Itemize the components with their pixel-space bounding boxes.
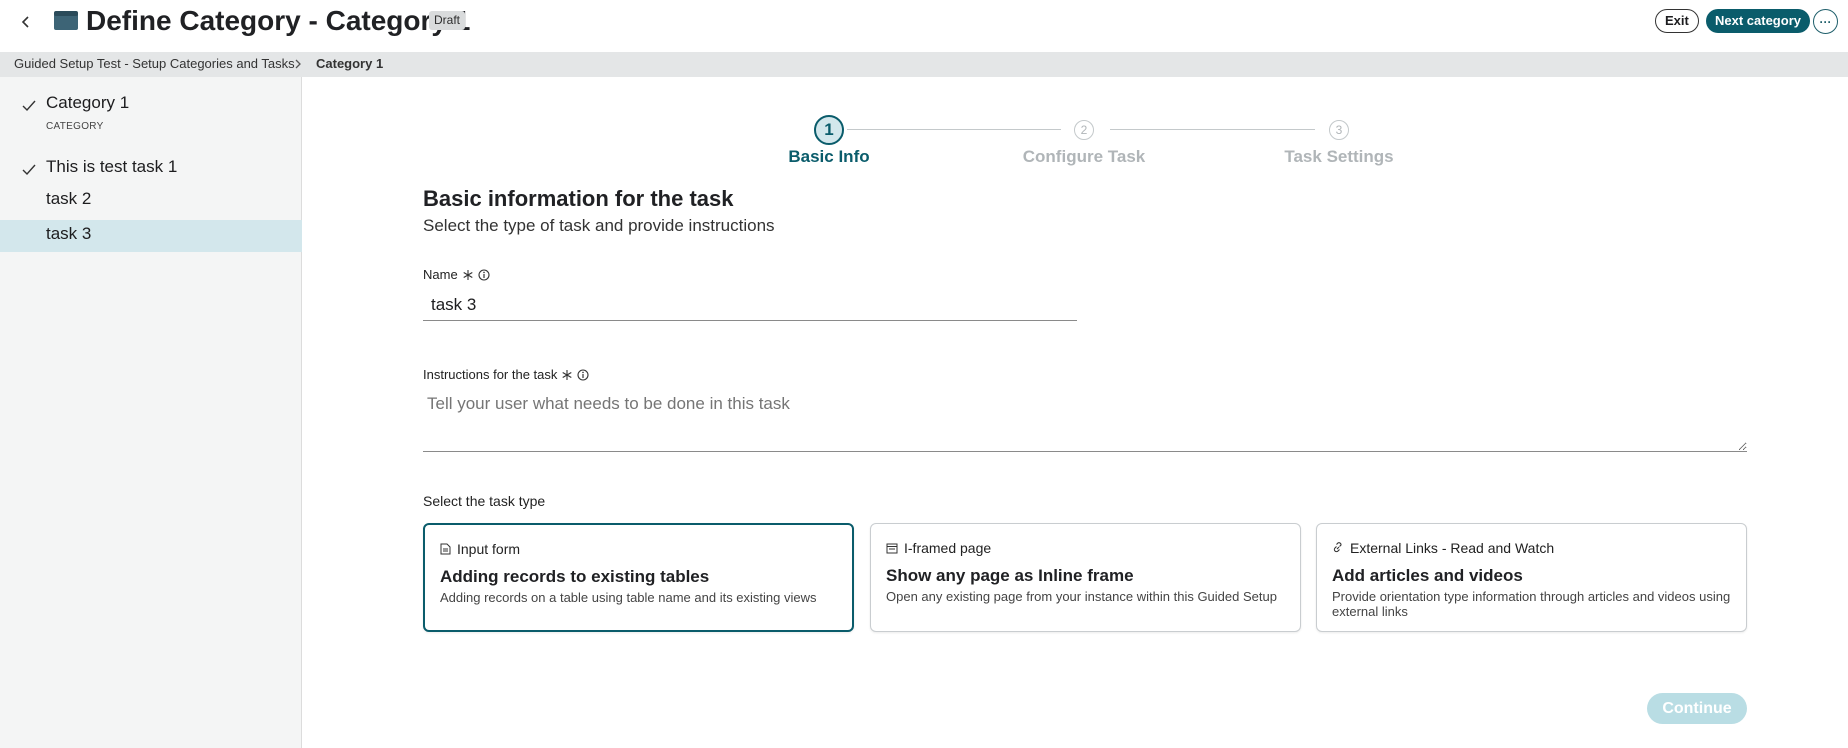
next-category-button[interactable]: Next category <box>1706 9 1810 33</box>
task-type-card-input-form[interactable]: Input form Adding records to existing ta… <box>423 523 854 632</box>
info-icon[interactable] <box>478 268 490 281</box>
step-3-label: Task Settings <box>1284 147 1394 166</box>
step-2-circle: 2 <box>1074 120 1094 140</box>
sidebar-item-label: Category 1 <box>46 93 130 112</box>
task-type-card-iframe[interactable]: I-framed page Show any page as Inline fr… <box>870 523 1301 632</box>
sidebar-item-sublabel: CATEGORY <box>46 121 104 132</box>
window-icon <box>886 543 898 553</box>
check-icon <box>22 100 36 112</box>
instructions-textarea[interactable] <box>423 390 1747 452</box>
breadcrumb-item-guided-setup[interactable]: Guided Setup Test - Setup Categories and… <box>14 56 295 71</box>
status-badge: Draft <box>429 11 466 30</box>
sidebar-item-task-3[interactable]: task 3 <box>0 220 302 252</box>
card-title: Add articles and videos <box>1332 566 1523 585</box>
sidebar-item-task-1[interactable]: This is test task 1 <box>0 157 302 189</box>
card-description: Open any existing page from your instanc… <box>886 589 1277 604</box>
sidebar: Category 1 CATEGORY This is test task 1 … <box>0 77 302 748</box>
card-description: Provide orientation type information thr… <box>1332 589 1731 619</box>
section-subtitle: Select the type of task and provide inst… <box>423 216 775 235</box>
continue-button[interactable]: Continue <box>1647 693 1747 724</box>
task-type-label: Select the task type <box>423 493 546 509</box>
step-connector <box>847 129 1061 130</box>
sidebar-item-label: task 3 <box>46 224 92 243</box>
back-button[interactable] <box>12 8 40 36</box>
card-head-label: External Links - Read and Watch <box>1350 540 1555 556</box>
required-icon <box>562 369 572 380</box>
breadcrumb: Guided Setup Test - Setup Categories and… <box>0 52 1848 77</box>
document-icon <box>440 543 451 555</box>
step-1-circle: 1 <box>814 115 844 145</box>
card-head-label: Input form <box>457 541 521 557</box>
section-title: Basic information for the task <box>423 186 734 211</box>
sidebar-item-category[interactable]: Category 1 CATEGORY <box>0 93 302 143</box>
name-input[interactable] <box>423 290 1077 321</box>
more-icon: ··· <box>1819 14 1832 29</box>
link-icon <box>1333 542 1342 553</box>
card-description: Adding records on a table using table na… <box>440 590 817 605</box>
exit-button[interactable]: Exit <box>1655 9 1699 33</box>
chevron-left-icon <box>21 16 29 28</box>
top-bar: Define Category - Category 1 Draft Exit … <box>0 0 1848 52</box>
info-icon[interactable] <box>577 368 589 381</box>
card-title: Show any page as Inline frame <box>886 566 1134 585</box>
name-label: Name <box>423 267 490 282</box>
more-options-button[interactable]: ··· <box>1813 9 1838 34</box>
sidebar-item-label: task 2 <box>46 189 92 208</box>
step-1-label: Basic Info <box>788 147 870 166</box>
instructions-label: Instructions for the task <box>423 367 589 382</box>
breadcrumb-item-category: Category 1 <box>316 56 384 71</box>
chevron-right-icon <box>295 59 301 69</box>
sidebar-item-task-2[interactable]: task 2 <box>0 189 302 221</box>
task-type-card-external-links[interactable]: External Links - Read and Watch Add arti… <box>1316 523 1747 632</box>
check-icon <box>22 164 36 176</box>
card-title: Adding records to existing tables <box>440 567 710 586</box>
required-icon <box>463 269 473 280</box>
step-2-label: Configure Task <box>1022 147 1146 166</box>
card-head-label: I-framed page <box>904 540 992 556</box>
sidebar-item-label: This is test task 1 <box>46 157 178 176</box>
page-title: Define Category - Category 1 <box>86 5 471 36</box>
category-icon <box>54 11 78 30</box>
step-connector <box>1110 129 1315 130</box>
step-3-circle: 3 <box>1329 120 1349 140</box>
